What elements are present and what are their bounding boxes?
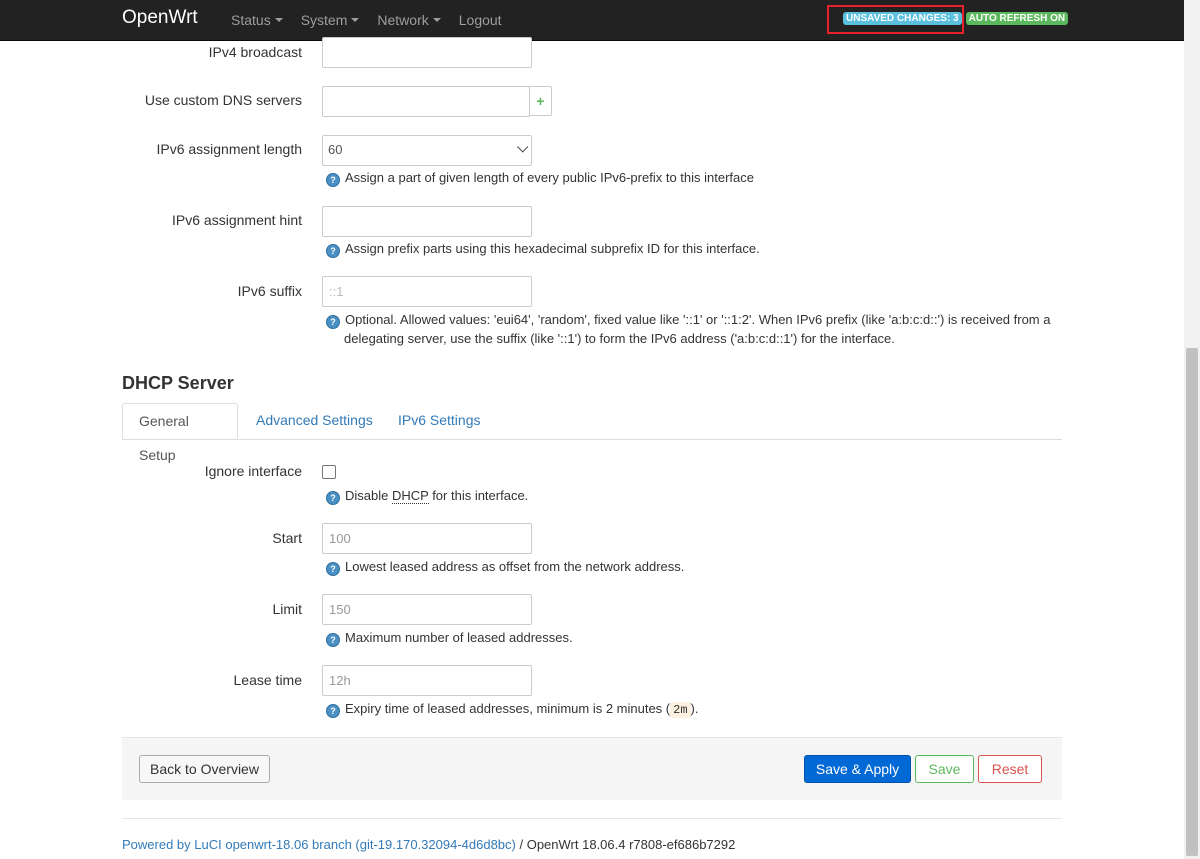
help-text: Assign prefix parts using this hexadecim…: [345, 241, 760, 256]
ignore-interface-label: Ignore interface: [204, 463, 302, 479]
help-icon: ?: [326, 244, 340, 258]
caret-down-icon: [432, 18, 441, 22]
scrollbar-thumb[interactable]: [1186, 348, 1198, 856]
ipv4-broadcast-label: IPv4 broadcast: [208, 44, 302, 60]
help-icon: ?: [326, 633, 340, 647]
dhcp-tabs: General Setup Advanced Settings IPv6 Set…: [122, 403, 1062, 463]
ipv6-assignment-length-label: IPv6 assignment length: [156, 141, 302, 157]
caret-down-icon: [351, 18, 360, 22]
start-help: ? Lowest leased address as offset from th…: [326, 557, 684, 576]
top-navbar: OpenWrt Status System Network Logout UNS…: [0, 0, 1184, 41]
menu-status[interactable]: Status: [222, 0, 292, 40]
auto-refresh-badge[interactable]: AUTO REFRESH ON: [965, 12, 1069, 25]
help-text-prefix: Disable: [345, 488, 392, 503]
menu-system-label: System: [300, 11, 348, 28]
ipv6-assignment-length-help: ? Assign a part of given length of every …: [326, 168, 754, 187]
help-text-suffix: ).: [690, 701, 699, 716]
caret-down-icon: [274, 18, 283, 22]
ipv6-assignment-hint-label: IPv6 assignment hint: [172, 212, 302, 228]
luci-version-link[interactable]: Powered by LuCI openwrt-18.06 branch (gi…: [122, 837, 516, 852]
custom-dns-label: Use custom DNS servers: [144, 92, 302, 108]
limit-input[interactable]: 150: [322, 594, 532, 625]
menu-status-label: Status: [231, 11, 271, 28]
lease-time-label: Lease time: [233, 672, 302, 688]
help-icon: ?: [326, 315, 340, 329]
ipv4-broadcast-input[interactable]: [322, 37, 532, 68]
main-menu: Status System Network Logout: [222, 0, 511, 40]
menu-network-label: Network: [377, 11, 429, 28]
lease-time-code: 2m: [670, 702, 691, 718]
help-icon: ?: [326, 562, 340, 576]
tab-advanced-settings[interactable]: Advanced Settings: [240, 403, 389, 438]
page-scrollbar[interactable]: [1184, 0, 1200, 859]
status-indicators: UNSAVED CHANGES: 3 AUTO REFRESH ON: [843, 12, 1069, 25]
add-dns-button[interactable]: +: [529, 86, 552, 116]
dhcp-abbreviation: DHCP: [391, 488, 429, 504]
tab-general-setup[interactable]: General Setup: [122, 403, 238, 463]
dhcp-server-title: DHCP Server: [122, 373, 234, 393]
ipv6-suffix-help: ? Optional. Allowed values: 'eui64', 'ran…: [326, 310, 1050, 348]
help-text-suffix: for this interface.: [428, 488, 529, 503]
lease-time-help: ? Expiry time of leased addresses, minimu…: [326, 699, 698, 720]
ipv6-assignment-length-value: 60: [328, 142, 343, 157]
lease-time-input[interactable]: 12h: [322, 665, 532, 696]
ipv6-assignment-hint-input[interactable]: [322, 206, 532, 237]
form-actions: Back to Overview Save & Apply Save Reset: [122, 737, 1062, 800]
ipv6-assignment-length-select[interactable]: 60: [322, 135, 532, 166]
ipv6-suffix-label: IPv6 suffix: [237, 283, 302, 299]
brand-logo[interactable]: OpenWrt: [122, 7, 198, 29]
help-text-line1: Optional. Allowed values: 'eui64', 'rand…: [345, 312, 1051, 327]
chevron-down-icon: [517, 141, 529, 153]
help-icon: ?: [326, 173, 340, 187]
footer-divider: [122, 818, 1062, 819]
save-apply-button[interactable]: Save & Apply: [804, 755, 911, 783]
ipv6-assignment-hint-help: ? Assign prefix parts using this hexadeci…: [326, 239, 760, 258]
start-input[interactable]: 100: [322, 523, 532, 554]
ipv6-suffix-input[interactable]: ::1: [322, 276, 532, 307]
page-footer: Powered by LuCI openwrt-18.06 branch (gi…: [122, 837, 735, 852]
help-text-prefix: Expiry time of leased addresses, minimum…: [345, 701, 671, 716]
menu-logout-label: Logout: [458, 11, 502, 28]
help-text: Assign a part of given length of every p…: [345, 170, 754, 185]
menu-network[interactable]: Network: [368, 0, 449, 40]
limit-label: Limit: [272, 601, 302, 617]
menu-system[interactable]: System: [292, 0, 369, 40]
help-text: Maximum number of leased addresses.: [345, 630, 573, 645]
help-text-line2: delegating server, use the suffix (like …: [344, 331, 895, 346]
openwrt-version: OpenWrt 18.06.4 r7808-ef686b7292: [526, 837, 736, 852]
tab-ipv6-settings[interactable]: IPv6 Settings: [382, 403, 497, 438]
help-icon: ?: [326, 704, 340, 718]
start-label: Start: [272, 530, 302, 546]
ignore-interface-checkbox[interactable]: [322, 465, 336, 479]
back-to-overview-button[interactable]: Back to Overview: [139, 755, 270, 783]
help-icon: ?: [326, 491, 340, 505]
menu-logout[interactable]: Logout: [450, 0, 511, 40]
custom-dns-input[interactable]: [322, 86, 530, 117]
reset-button[interactable]: Reset: [978, 755, 1042, 783]
ignore-interface-help: ? Disable DHCP for this interface.: [326, 486, 528, 505]
save-button[interactable]: Save: [915, 755, 974, 783]
help-text: Lowest leased address as offset from the…: [345, 559, 685, 574]
unsaved-changes-badge[interactable]: UNSAVED CHANGES: 3: [843, 12, 962, 25]
limit-help: ? Maximum number of leased addresses.: [326, 628, 573, 647]
footer-separator: /: [515, 837, 527, 852]
